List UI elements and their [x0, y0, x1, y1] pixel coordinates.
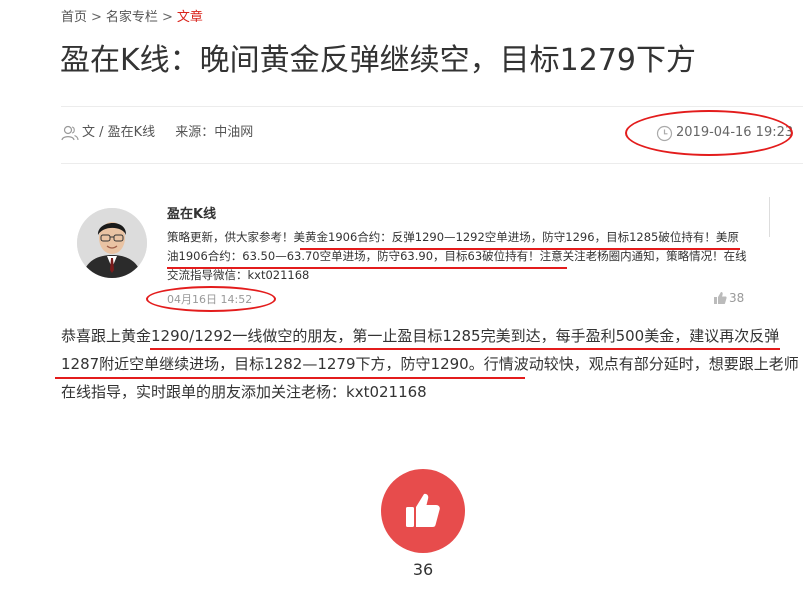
article-body: 恭喜跟上黄金1290/1292一线做空的朋友，第一止盈目标1285完美到达，每手… [61, 327, 799, 401]
card-divider [769, 197, 770, 237]
clock-icon [656, 125, 673, 142]
source-name: 中油网 [214, 125, 254, 140]
user-icon [61, 124, 79, 142]
author-prefix: 文 / [82, 125, 104, 140]
divider [61, 163, 803, 164]
like-button[interactable] [381, 469, 465, 553]
thumbs-up-icon [714, 292, 727, 304]
avatar[interactable] [77, 208, 147, 278]
page-title: 盈在K线：晚间黄金反弹继续空，目标1279下方 [60, 43, 697, 78]
source-label: 来源： [175, 125, 215, 140]
breadcrumb-current: 文章 [176, 10, 203, 25]
breadcrumb-separator: > [91, 10, 102, 25]
breadcrumb: 首页 > 名家专栏 > 文章 [61, 8, 203, 28]
post-card: 盈在K线 策略更新，供大家参考！美黄金1906合约：反弹1290—1292空单进… [61, 183, 781, 313]
post-text: 策略更新，供大家参考！美黄金1906合约：反弹1290—1292空单进场，防守1… [167, 230, 747, 282]
author-name[interactable]: 盈在K线 [108, 122, 156, 144]
thumbs-up-icon [406, 493, 440, 527]
breadcrumb-home-link[interactable]: 首页 [61, 10, 87, 25]
publish-date-text: 2019-04-16 19:23 [676, 125, 794, 140]
post-time: 04月16日 14:52 [167, 293, 253, 306]
divider [61, 106, 803, 107]
breadcrumb-separator: > [161, 10, 173, 25]
article-meta: 文 / 盈在K线 来源： 中油网 [61, 122, 253, 144]
post-like-button[interactable]: 38 [713, 291, 744, 305]
breadcrumb-column-link[interactable]: 名家专栏 [106, 10, 158, 25]
post-author-name[interactable]: 盈在K线 [167, 203, 216, 222]
publish-date: 2019-04-16 19:23 [656, 122, 793, 144]
post-like-count: 38 [729, 291, 745, 305]
like-count: 36 [412, 560, 434, 579]
